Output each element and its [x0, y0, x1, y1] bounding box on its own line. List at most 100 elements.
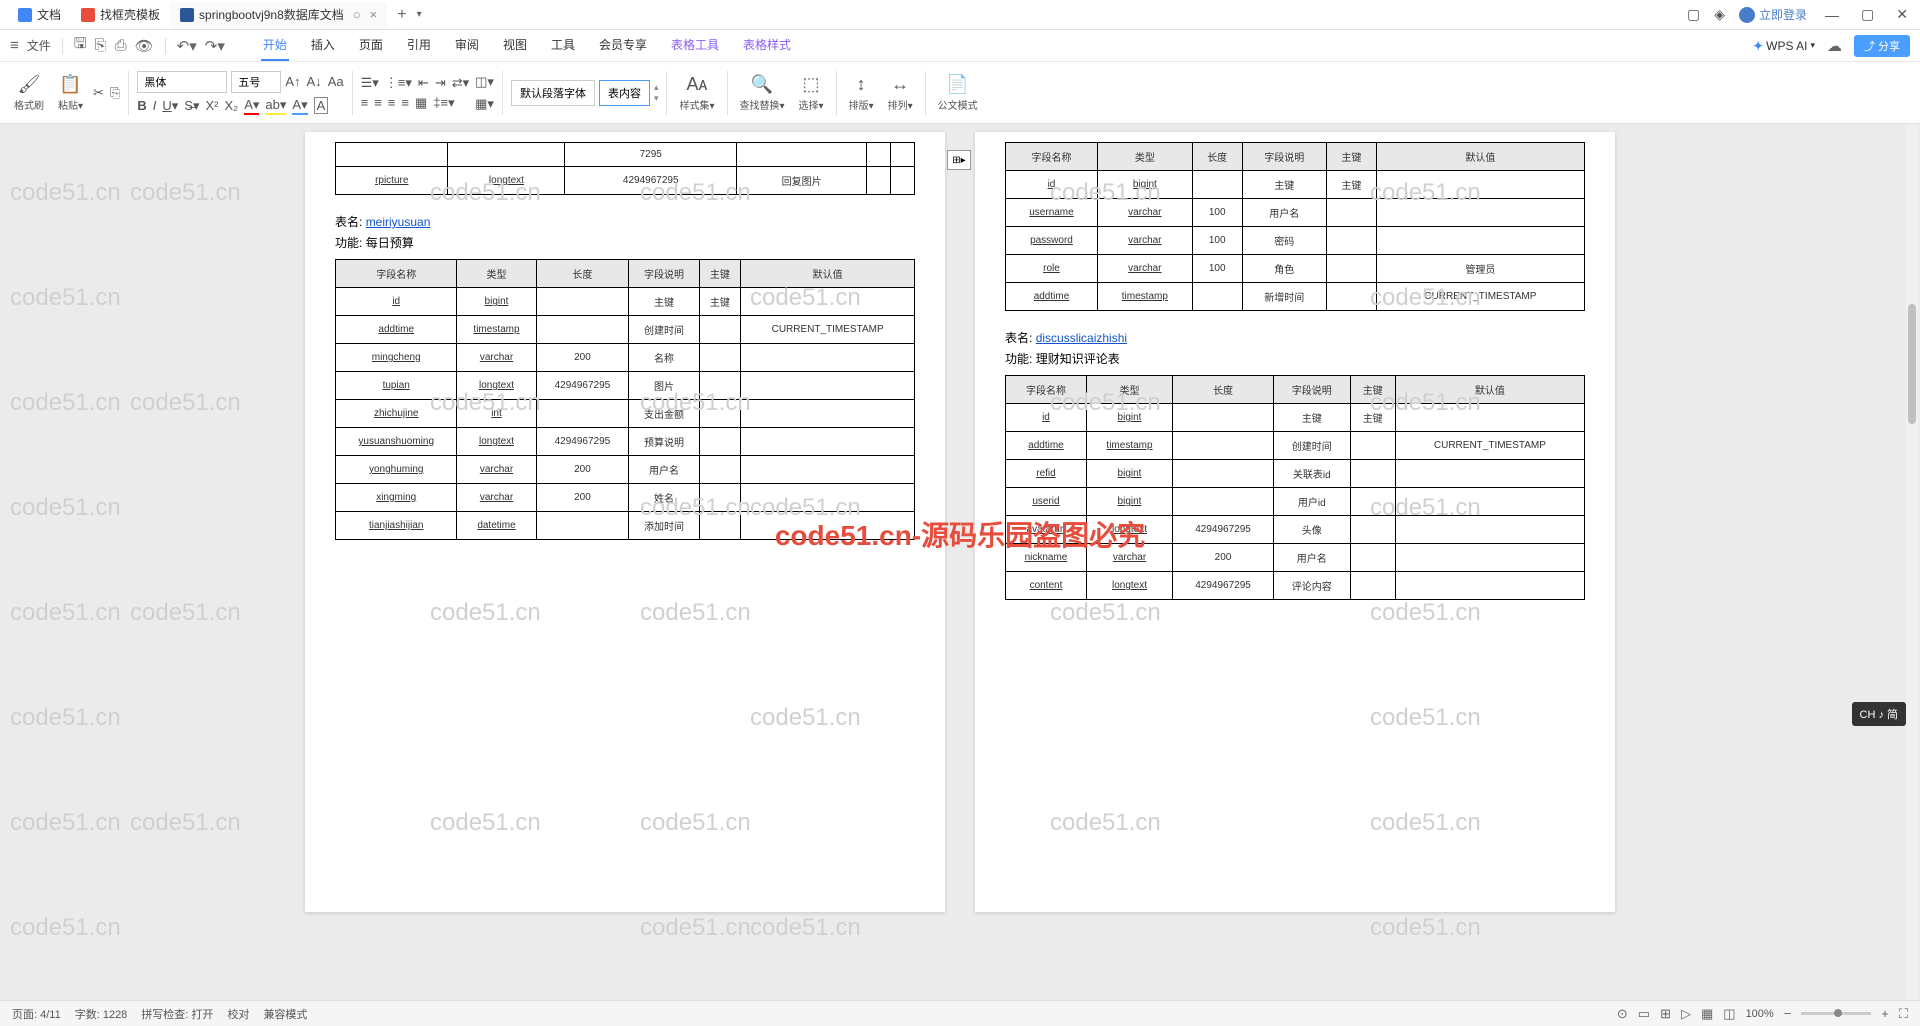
tab-vip[interactable]: 会员专享: [597, 30, 649, 61]
fullscreen-icon[interactable]: ⛶: [1899, 1006, 1908, 1022]
format-brush-group[interactable]: 🖌格式刷: [10, 74, 48, 112]
tab-dropdown-icon[interactable]: ▾: [417, 9, 422, 20]
tab-tools[interactable]: 工具: [549, 30, 577, 61]
tab-view[interactable]: 视图: [501, 30, 529, 61]
font-shrink-icon[interactable]: A↓: [307, 74, 322, 89]
bullet-icon[interactable]: ☰▾: [361, 75, 379, 91]
add-tab-button[interactable]: +: [387, 6, 416, 24]
style-table-content[interactable]: 表内容: [599, 80, 650, 106]
compat-mode[interactable]: 兼容模式: [263, 1006, 307, 1022]
align-center-icon[interactable]: ≡: [374, 95, 382, 110]
find-replace[interactable]: 🔍查找替换▾: [736, 74, 789, 112]
file-menu[interactable]: 文件: [27, 37, 51, 54]
align-left-icon[interactable]: ≡: [361, 95, 369, 110]
view6-icon[interactable]: ◫: [1723, 1006, 1735, 1022]
word-count[interactable]: 字数: 1228: [75, 1006, 128, 1022]
sort-h[interactable]: ↔排列▾: [884, 74, 917, 112]
tab-table-style[interactable]: 表格样式: [741, 30, 793, 61]
style-default-para[interactable]: 默认段落字体: [511, 80, 595, 106]
save-icon[interactable]: 🖫: [74, 33, 87, 58]
font-grow-icon[interactable]: A↑: [285, 74, 300, 89]
style-up-icon[interactable]: ▴: [654, 82, 659, 93]
border-icon[interactable]: ▦▾: [475, 96, 494, 112]
undo-icon[interactable]: ↶▾: [177, 37, 197, 55]
styles-set[interactable]: Aᴀ样式集▾: [675, 74, 718, 112]
zoom-level[interactable]: 100%: [1746, 1008, 1774, 1020]
tab-start[interactable]: 开始: [261, 30, 289, 61]
zoom-in-icon[interactable]: +: [1881, 1006, 1889, 1021]
cube-icon[interactable]: ◈: [1714, 6, 1725, 23]
table-row: idbigint主键主键: [1006, 171, 1585, 199]
scroll-thumb[interactable]: [1908, 304, 1916, 424]
table-row: avatarurllongtext4294967295头像: [1006, 516, 1585, 544]
tab-review[interactable]: 审阅: [453, 30, 481, 61]
menu-icon[interactable]: ≡: [10, 37, 19, 54]
cut-icon[interactable]: ✂: [93, 85, 104, 101]
page-indicator[interactable]: 页面: 4/11: [12, 1006, 61, 1022]
minimize-button[interactable]: —: [1821, 7, 1843, 23]
close-icon[interactable]: ○: [353, 7, 361, 22]
underline-icon[interactable]: U▾: [162, 98, 178, 114]
tab-table-tools[interactable]: 表格工具: [669, 30, 721, 61]
tab-icon[interactable]: ⇄▾: [452, 75, 469, 91]
clear-format-icon[interactable]: Aa: [328, 74, 344, 89]
font-color-icon[interactable]: A▾: [244, 97, 259, 115]
number-icon[interactable]: ⋮≡▾: [385, 75, 412, 91]
wps-ai-button[interactable]: ✦WPS AI▾: [1753, 39, 1815, 53]
login-button[interactable]: 立即登录: [1739, 6, 1807, 23]
tab-template[interactable]: 找框壳模板: [71, 2, 170, 28]
italic-icon[interactable]: I: [153, 98, 157, 113]
cloud-icon[interactable]: ☁: [1827, 37, 1842, 55]
export-icon[interactable]: ⎘: [95, 37, 107, 54]
close-window-button[interactable]: ✕: [1892, 6, 1912, 23]
print-icon[interactable]: ⎙: [115, 37, 127, 54]
superscript-icon[interactable]: X²: [205, 98, 218, 113]
view4-icon[interactable]: ▷: [1681, 1006, 1691, 1022]
share-button[interactable]: ⤴ 分享: [1854, 35, 1910, 57]
view3-icon[interactable]: ⊞: [1660, 1006, 1671, 1022]
table-left-main: 字段名称类型长度字段说明主键默认值idbigint主键主键addtimetime…: [335, 259, 915, 540]
tab-close-icon[interactable]: ×: [370, 7, 378, 22]
line-spacing-icon[interactable]: ‡≡▾: [433, 95, 454, 111]
view2-icon[interactable]: ▭: [1638, 1006, 1650, 1022]
tab-ref[interactable]: 引用: [405, 30, 433, 61]
font-name-select[interactable]: 黑体: [137, 71, 227, 93]
maximize-button[interactable]: ▢: [1857, 6, 1878, 23]
copy-icon[interactable]: ⎘: [110, 85, 120, 101]
window-mode-icon[interactable]: ▢: [1687, 6, 1700, 23]
distribute-icon[interactable]: ▦: [415, 95, 427, 111]
align-justify-icon[interactable]: ≡: [401, 95, 409, 110]
paste-group[interactable]: 📋粘贴▾: [54, 74, 87, 112]
char-box-icon[interactable]: A: [314, 97, 329, 114]
tab-current-doc[interactable]: springbootvj9n8数据库文档○×: [170, 2, 387, 28]
indent-left-icon[interactable]: ⇤: [418, 75, 429, 91]
select-group[interactable]: ⬚选择▾: [795, 74, 828, 112]
vertical-scrollbar[interactable]: [1906, 124, 1918, 1000]
style-down-icon[interactable]: ▾: [654, 93, 659, 104]
bold-icon[interactable]: B: [137, 98, 146, 113]
document-area[interactable]: 7295rpicturelongtext4294967295回复图片 表名: m…: [0, 124, 1920, 1000]
zoom-out-icon[interactable]: −: [1784, 1006, 1792, 1021]
indent-right-icon[interactable]: ⇥: [435, 75, 446, 91]
proofing[interactable]: 校对: [227, 1006, 249, 1022]
nav-tag-icon[interactable]: ⊞▸: [947, 150, 971, 170]
tab-page[interactable]: 页面: [357, 30, 385, 61]
font-effect-icon[interactable]: A▾: [292, 97, 307, 115]
doc-mode[interactable]: 📄公文模式: [934, 74, 982, 112]
view5-icon[interactable]: ▦: [1701, 1006, 1713, 1022]
font-size-select[interactable]: 五号: [231, 71, 281, 93]
strike-icon[interactable]: S̶▾: [184, 98, 199, 114]
redo-icon[interactable]: ↷▾: [205, 37, 225, 55]
tab-insert[interactable]: 插入: [309, 30, 337, 61]
view1-icon[interactable]: ⊙: [1617, 1006, 1628, 1022]
shading-icon[interactable]: ◫▾: [475, 74, 494, 90]
align-right-icon[interactable]: ≡: [388, 95, 396, 110]
spell-check[interactable]: 拼写检查: 打开: [141, 1006, 213, 1022]
sort-v[interactable]: ↕排版▾: [845, 74, 878, 112]
table-row: contentlongtext4294967295评论内容: [1006, 572, 1585, 600]
highlight-icon[interactable]: ab▾: [265, 97, 286, 115]
zoom-slider[interactable]: [1801, 1012, 1871, 1015]
tab-docs[interactable]: 文档: [8, 2, 71, 28]
preview-icon[interactable]: 👁: [135, 37, 154, 55]
subscript-icon[interactable]: X₂: [224, 98, 238, 113]
